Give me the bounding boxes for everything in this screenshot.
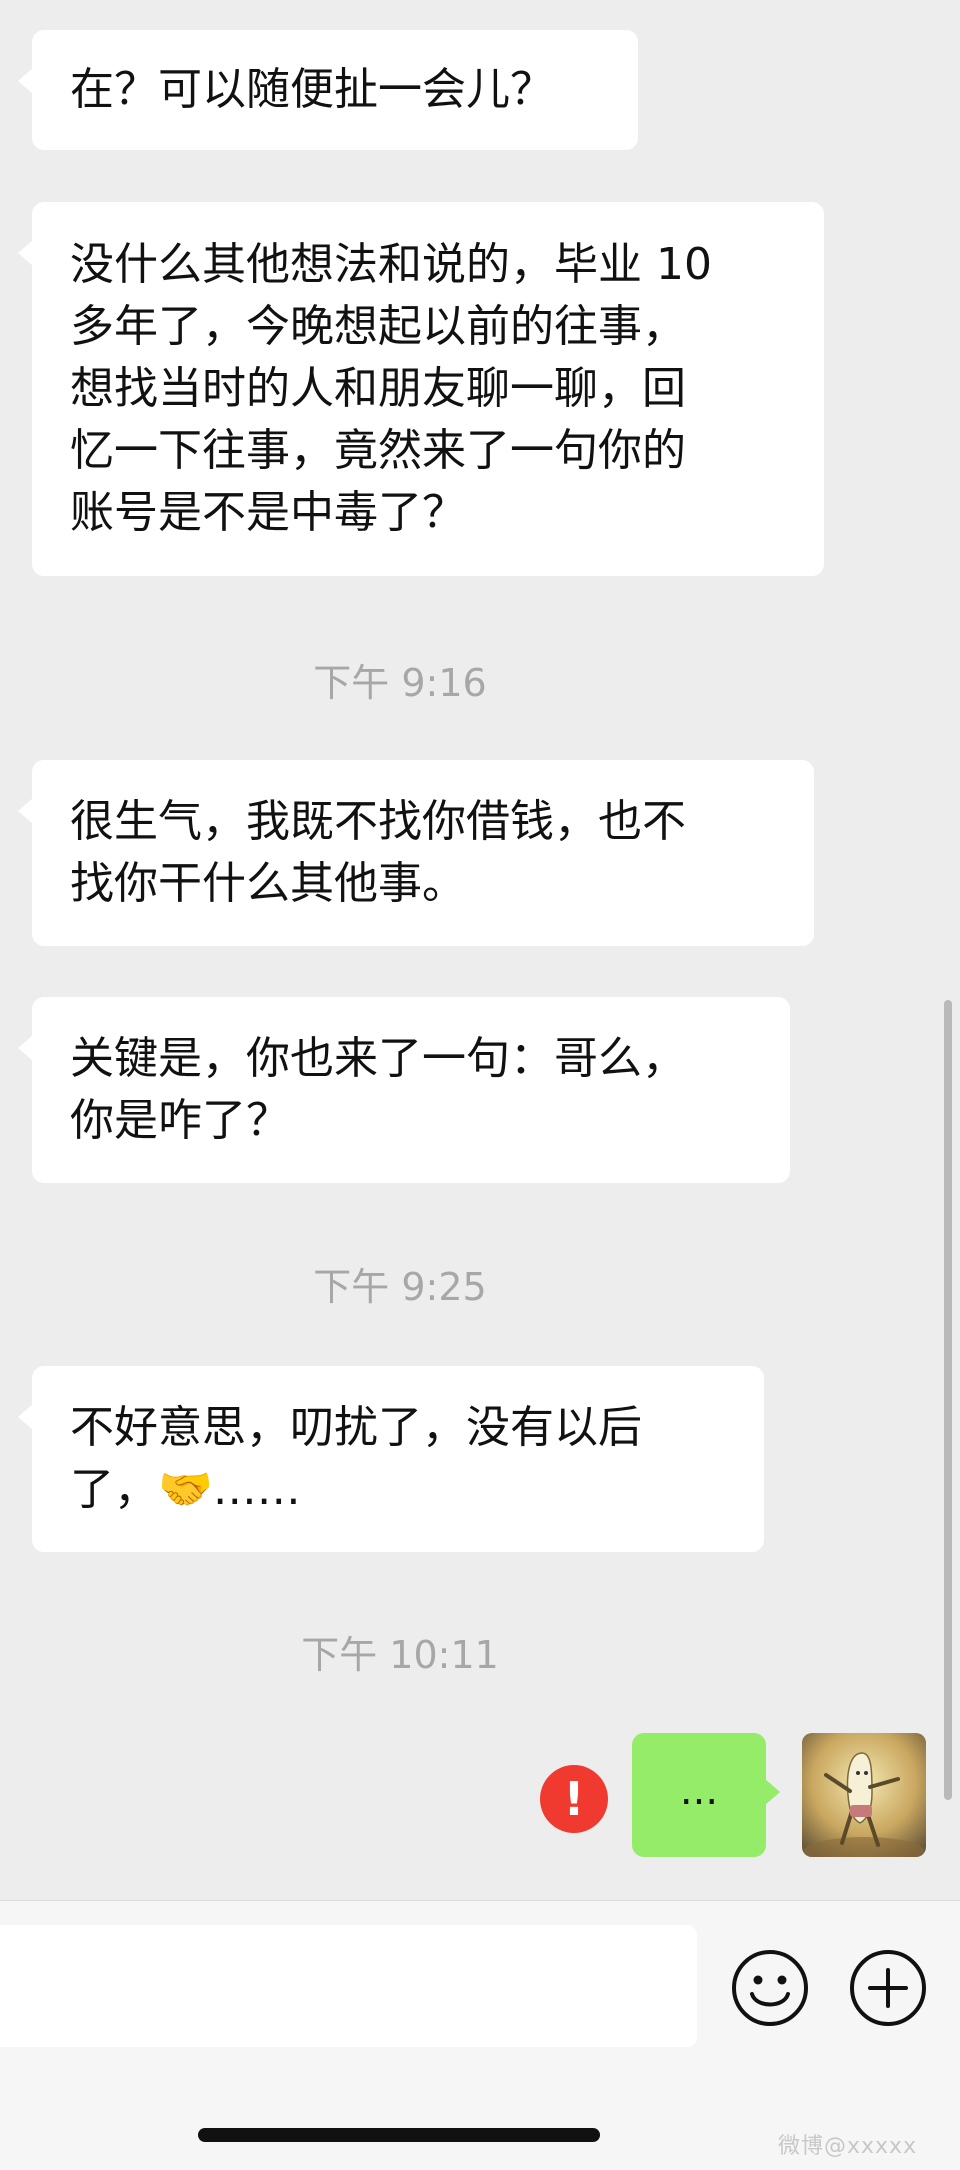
message-input[interactable]: [0, 1925, 697, 2047]
more-button[interactable]: [848, 1948, 928, 2028]
message-bubble-incoming[interactable]: 在？可以随便扯一会儿？: [18, 30, 638, 150]
message-text: 不好意思，叨扰了，没有以后: [70, 1402, 642, 1453]
scrollbar[interactable]: [944, 1000, 952, 1800]
watermark: 微博@xxxxx: [778, 2134, 918, 2159]
message-text: 多年了，今晚想起以前的往事，: [70, 301, 686, 352]
message-bubble-incoming[interactable]: 没什么其他想法和说的，毕业 10 多年了，今晚想起以前的往事， 想找当时的人和朋…: [18, 202, 824, 576]
message-text: 没什么其他想法和说的，毕业 10: [70, 239, 712, 290]
message-text: 忆一下往事，竟然来了一句你的: [70, 425, 686, 476]
message-bubble-outgoing[interactable]: ...: [632, 1733, 780, 1857]
send-failed-icon[interactable]: !: [540, 1765, 608, 1833]
chat-screen: 在？可以随便扯一会儿？ 没什么其他想法和说的，毕业 10 多年了，今晚想起以前的…: [0, 0, 960, 2170]
message-text: 在？可以随便扯一会儿？: [70, 64, 554, 115]
message-timestamp: 下午 9:25: [313, 1265, 487, 1309]
avatar-image: [802, 1733, 926, 1857]
message-timestamp: 下午 9:16: [313, 661, 487, 705]
message-text: 关键是，你也来了一句：哥么，: [70, 1033, 686, 1084]
message-text: 账号是不是中毒了？: [70, 487, 466, 538]
emoji-button[interactable]: [730, 1948, 810, 2028]
message-text: 想找当时的人和朋友聊一聊，回: [70, 363, 686, 414]
smiley-face-icon: [732, 1950, 808, 2026]
message-text: 找你干什么其他事。: [70, 858, 466, 909]
message-bubble-incoming[interactable]: 很生气，我既不找你借钱，也不 找你干什么其他事。: [18, 760, 814, 946]
message-text: 你是咋了？: [70, 1095, 290, 1146]
message-bubble-incoming[interactable]: 不好意思，叨扰了，没有以后 了，🤝……: [18, 1366, 764, 1552]
message-bubble-incoming[interactable]: 关键是，你也来了一句：哥么， 你是咋了？: [18, 997, 790, 1183]
message-timestamp: 下午 10:11: [301, 1633, 499, 1677]
plus-circle-icon: [850, 1950, 926, 2026]
message-text: 很生气，我既不找你借钱，也不: [70, 796, 686, 847]
message-text: 了，🤝……: [70, 1464, 301, 1515]
avatar[interactable]: [802, 1733, 926, 1857]
home-indicator[interactable]: [198, 2128, 600, 2142]
message-text: ...: [679, 1768, 719, 1814]
